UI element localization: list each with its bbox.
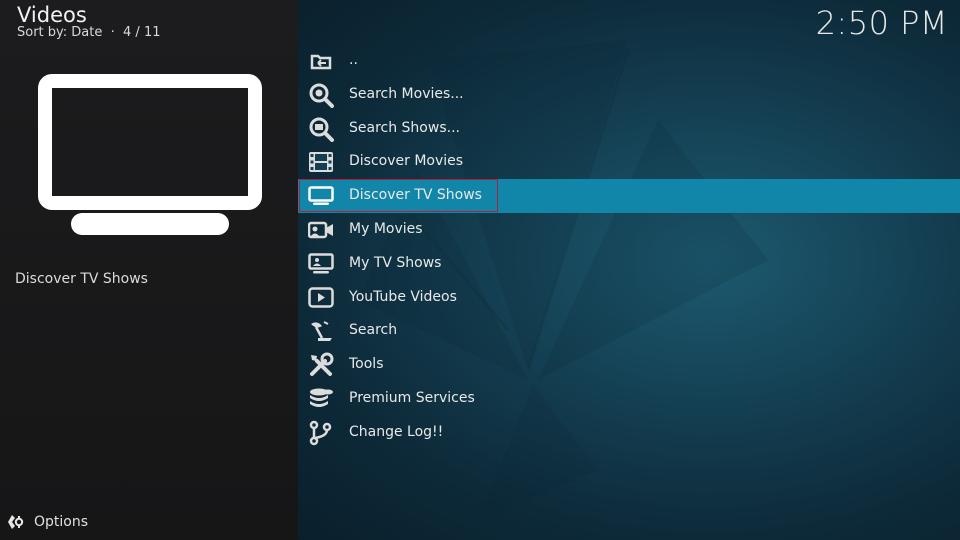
- play-icon: [308, 286, 334, 310]
- list-item-label: YouTube Videos: [349, 288, 457, 305]
- list-item-parent[interactable]: ..: [298, 44, 960, 78]
- camera-icon: [308, 218, 334, 242]
- list-item-label: My TV Shows: [349, 254, 442, 271]
- tv-person-icon: [308, 252, 334, 276]
- list-item-my-movies[interactable]: My Movies: [298, 213, 960, 247]
- satellite-dish-icon: [308, 319, 334, 343]
- sort-info: Sort by: Date · 4 / 11: [17, 25, 161, 40]
- list-item-label: Search Movies...: [349, 85, 464, 102]
- list-item-label: My Movies: [349, 220, 423, 237]
- menu-list: .. Search Movies... Search Shows... Disc…: [298, 44, 960, 450]
- list-item-discover-tv-shows[interactable]: Discover TV Shows: [298, 179, 960, 213]
- search-movies-icon: [308, 83, 334, 108]
- list-item-label: Discover Movies: [349, 153, 464, 170]
- list-item-label: Premium Services: [349, 389, 475, 406]
- list-item-label: Tools: [349, 356, 384, 373]
- clock: 2:50 PM: [815, 4, 948, 42]
- list-item-label: Discover TV Shows: [349, 187, 482, 204]
- search-shows-icon: [308, 117, 334, 142]
- list-item-label: ..: [349, 52, 358, 68]
- list-item-change-log[interactable]: Change Log!!: [298, 416, 960, 450]
- list-item-youtube-videos[interactable]: YouTube Videos: [298, 281, 960, 315]
- tv-icon: [308, 184, 334, 208]
- options-label: Options: [34, 514, 89, 530]
- thumbnail-caption: Discover TV Shows: [15, 271, 148, 287]
- info-panel: Videos Sort by: Date · 4 / 11 Discover T…: [0, 0, 298, 540]
- list-item-discover-movies[interactable]: Discover Movies: [298, 145, 960, 179]
- tools-icon: [308, 352, 334, 377]
- folder-back-icon: [308, 49, 334, 73]
- list-item-tools[interactable]: Tools: [298, 348, 960, 382]
- list-item-my-tv-shows[interactable]: My TV Shows: [298, 247, 960, 281]
- database-icon: [308, 387, 334, 411]
- list-item-label: Change Log!!: [349, 423, 444, 440]
- page-title: Videos: [17, 3, 87, 27]
- tv-icon: [38, 74, 262, 236]
- film-icon: [308, 150, 334, 174]
- list-item-search[interactable]: Search: [298, 314, 960, 348]
- list-item-label: Search: [349, 322, 398, 339]
- options-gear-icon: [6, 513, 24, 531]
- list-item-premium-services[interactable]: Premium Services: [298, 382, 960, 416]
- list-item-label: Search Shows...: [349, 119, 460, 136]
- list-item-search-shows[interactable]: Search Shows...: [298, 112, 960, 146]
- list-item-search-movies[interactable]: Search Movies...: [298, 78, 960, 112]
- options-button[interactable]: Options: [6, 513, 88, 531]
- branch-icon: [308, 420, 334, 446]
